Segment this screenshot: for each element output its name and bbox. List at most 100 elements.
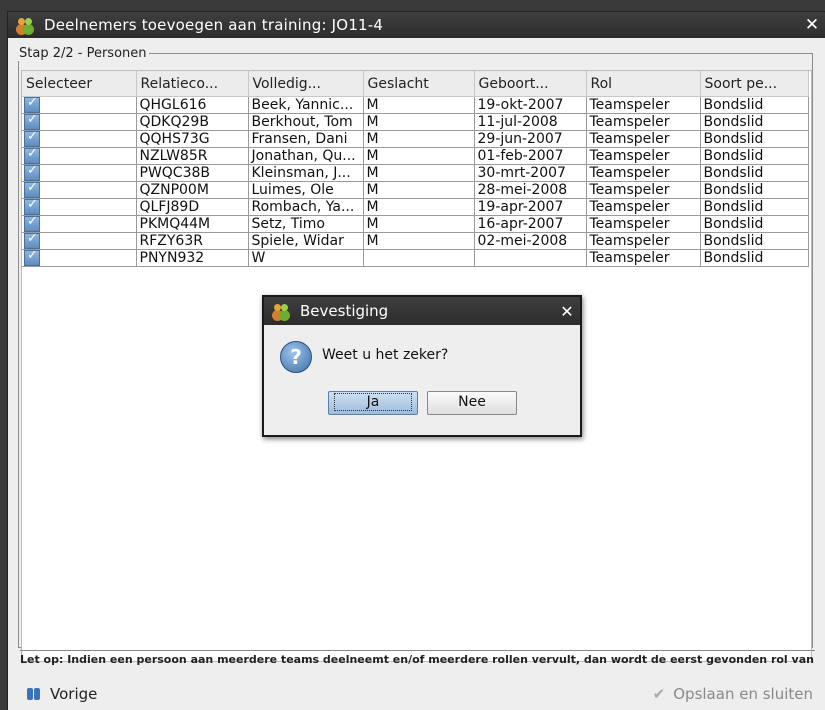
table-row[interactable]: PNYN932W TeamspelerBondslid — [22, 249, 809, 267]
full-name-cell: W — [248, 249, 364, 267]
birthdate-cell: 11-jul-2008 — [474, 113, 587, 131]
question-icon: ? — [280, 341, 312, 373]
person-type-cell: Bondslid — [700, 147, 809, 165]
select-checkbox[interactable] — [24, 165, 40, 181]
table-row[interactable]: QDKQ29BBerkhout, TomM11-jul-2008Teamspel… — [22, 113, 809, 131]
full-name-cell: Setz, Timo — [248, 215, 364, 233]
dialog-message: Weet u het zeker? — [322, 347, 449, 363]
table-row[interactable]: QHGL616Beek, Yannic...M19-okt-2007Teamsp… — [22, 96, 809, 114]
close-icon[interactable]: ✕ — [799, 15, 825, 35]
birthdate-cell: 28-mei-2008 — [474, 181, 587, 199]
table-row[interactable]: QQHS73GFransen, DaniM29-jun-2007Teamspel… — [22, 130, 809, 148]
checkmark-icon: ✔ — [652, 685, 666, 703]
relation-code-cell: NZLW85R — [136, 147, 249, 165]
people-icon — [272, 303, 292, 319]
birthdate-cell: 19-apr-2007 — [474, 198, 587, 216]
select-checkbox-cell[interactable] — [22, 147, 137, 165]
select-checkbox-cell[interactable] — [22, 215, 137, 233]
full-name-cell: Kleinsman, J... — [248, 164, 364, 182]
column-header-role[interactable]: Rol — [586, 71, 701, 97]
column-header-birthdate[interactable]: Geboort... — [474, 71, 587, 97]
relation-code-cell: RFZY63R — [136, 232, 249, 250]
back-icon — [26, 686, 42, 702]
gender-cell: M — [363, 113, 475, 131]
dialog-close-icon[interactable]: ✕ — [554, 302, 580, 321]
back-button[interactable]: Vorige — [26, 682, 97, 706]
full-name-cell: Fransen, Dani — [248, 130, 364, 148]
table-header-row: Selecteer Relatieco... Volledig... Gesla… — [22, 71, 809, 97]
role-cell: Teamspeler — [586, 113, 701, 131]
select-checkbox-cell[interactable] — [22, 113, 137, 131]
role-cell: Teamspeler — [586, 215, 701, 233]
person-type-cell: Bondslid — [700, 164, 809, 182]
person-type-cell: Bondslid — [700, 198, 809, 216]
column-header-full-name[interactable]: Volledig... — [248, 71, 364, 97]
table-row[interactable]: NZLW85RJonathan, Qu...M01-feb-2007Teamsp… — [22, 147, 809, 165]
table-row[interactable]: PWQC38BKleinsman, J...M30-mrt-2007Teamsp… — [22, 164, 809, 182]
person-type-cell: Bondslid — [700, 96, 809, 114]
relation-code-cell: QHGL616 — [136, 96, 249, 114]
select-checkbox-cell[interactable] — [22, 96, 137, 114]
select-checkbox[interactable] — [24, 131, 40, 147]
yes-button[interactable]: Ja — [328, 391, 418, 415]
role-cell: Teamspeler — [586, 130, 701, 148]
back-button-label: Vorige — [50, 685, 98, 703]
select-checkbox-cell[interactable] — [22, 232, 137, 250]
column-header-relation-code[interactable]: Relatieco... — [136, 71, 249, 97]
select-checkbox-cell[interactable] — [22, 164, 137, 182]
select-checkbox[interactable] — [24, 97, 40, 113]
dialog-titlebar[interactable]: Bevestiging ✕ — [264, 297, 580, 325]
gender-cell: M — [363, 96, 475, 114]
relation-code-cell: PNYN932 — [136, 249, 249, 267]
select-checkbox[interactable] — [24, 233, 40, 249]
select-checkbox[interactable] — [24, 216, 40, 232]
table-row[interactable]: QLFJ89DRombach, Ya...M19-apr-2007Teamspe… — [22, 198, 809, 216]
gender-cell: M — [363, 181, 475, 199]
gender-cell: M — [363, 232, 475, 250]
column-header-select[interactable]: Selecteer — [22, 71, 137, 97]
select-checkbox-cell[interactable] — [22, 181, 137, 199]
role-cell: Teamspeler — [586, 232, 701, 250]
notice-text: Let op: Indien een persoon aan meerdere … — [20, 650, 815, 666]
select-checkbox-cell[interactable] — [22, 249, 137, 267]
select-checkbox[interactable] — [24, 114, 40, 130]
persons-table: Selecteer Relatieco... Volledig... Gesla… — [22, 71, 809, 267]
relation-code-cell: PWQC38B — [136, 164, 249, 182]
person-type-cell: Bondslid — [700, 130, 809, 148]
table-row[interactable]: PKMQ44MSetz, TimoM16-apr-2007TeamspelerB… — [22, 215, 809, 233]
select-checkbox[interactable] — [24, 250, 40, 266]
confirmation-dialog: Bevestiging ✕ ? Weet u het zeker? Ja Nee — [262, 295, 582, 437]
person-type-cell: Bondslid — [700, 215, 809, 233]
column-header-person-type[interactable]: Soort pe... — [700, 71, 809, 97]
gender-cell — [363, 249, 475, 267]
gender-cell: M — [363, 215, 475, 233]
birthdate-cell: 30-mrt-2007 — [474, 164, 587, 182]
people-icon — [16, 17, 36, 33]
save-and-close-button[interactable]: ✔ Opslaan en sluiten — [653, 682, 813, 706]
full-name-cell: Berkhout, Tom — [248, 113, 364, 131]
full-name-cell: Luimes, Ole — [248, 181, 364, 199]
full-name-cell: Spiele, Widar — [248, 232, 364, 250]
relation-code-cell: QLFJ89D — [136, 198, 249, 216]
person-type-cell: Bondslid — [700, 181, 809, 199]
role-cell: Teamspeler — [586, 198, 701, 216]
gender-cell: M — [363, 147, 475, 165]
select-checkbox[interactable] — [24, 199, 40, 215]
select-checkbox[interactable] — [24, 148, 40, 164]
select-checkbox[interactable] — [24, 182, 40, 198]
relation-code-cell: QDKQ29B — [136, 113, 249, 131]
relation-code-cell: PKMQ44M — [136, 215, 249, 233]
person-type-cell: Bondslid — [700, 232, 809, 250]
full-name-cell: Beek, Yannic... — [248, 96, 364, 114]
window-titlebar[interactable]: Deelnemers toevoegen aan training: JO11-… — [8, 12, 825, 38]
full-name-cell: Rombach, Ya... — [248, 198, 364, 216]
role-cell: Teamspeler — [586, 96, 701, 114]
table-row[interactable]: QZNP00MLuimes, OleM28-mei-2008Teamspeler… — [22, 181, 809, 199]
gender-cell: M — [363, 198, 475, 216]
select-checkbox-cell[interactable] — [22, 198, 137, 216]
table-row[interactable]: RFZY63RSpiele, WidarM02-mei-2008Teamspel… — [22, 232, 809, 250]
no-button[interactable]: Nee — [427, 391, 517, 415]
group-legend: Stap 2/2 - Personen — [19, 46, 147, 61]
column-header-gender[interactable]: Geslacht — [363, 71, 475, 97]
select-checkbox-cell[interactable] — [22, 130, 137, 148]
